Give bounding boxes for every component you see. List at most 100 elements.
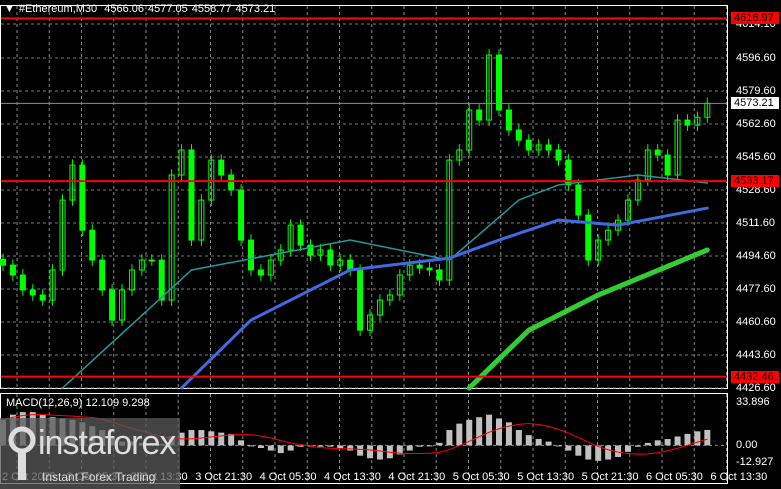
candle-body (9, 264, 16, 276)
macd-histogram-bar (218, 432, 225, 446)
macd-histogram-bar (456, 423, 463, 446)
macd-histogram-bar (376, 445, 383, 460)
open-value: 4566.06 (104, 3, 144, 15)
price-tick: 4443.60 (736, 348, 776, 361)
macd-histogram-bar (357, 445, 364, 456)
dropdown-triangle-icon[interactable]: ▼ (4, 3, 15, 15)
candle-body (496, 54, 502, 111)
time-label: 4 Oct 05:30 (259, 471, 317, 483)
candle-body (148, 259, 155, 262)
candle-body (248, 239, 254, 271)
price-tick: 4562.60 (736, 117, 776, 130)
instaforex-watermark: instaforex Instant Forex Trading (0, 418, 180, 489)
macd-histogram-bar (188, 430, 195, 446)
macd-histogram-bar (248, 445, 254, 447)
macd-histogram-bar (367, 445, 374, 459)
candle-body (654, 149, 661, 156)
macd-histogram-bar (545, 441, 552, 446)
macd-histogram-bar (585, 445, 592, 460)
candle-body (575, 184, 582, 216)
macd-histogram-bar (337, 445, 344, 448)
macd-histogram-bar (496, 418, 502, 446)
candle-body (19, 274, 26, 291)
macd-histogram-bar (624, 445, 631, 452)
price-tick: 4477.60 (736, 282, 776, 295)
macd-histogram-bar (684, 433, 691, 446)
time-label: 5 Oct 13:30 (517, 471, 575, 483)
macd-histogram-bar (317, 445, 324, 447)
candle-body (109, 289, 116, 321)
macd-histogram-bar (228, 433, 235, 446)
symbol: #Ethereum,M30 (18, 3, 98, 15)
low-value: 4558.77 (191, 3, 232, 15)
macd-histogram-bar (595, 445, 602, 461)
macd-histogram-bar (347, 445, 354, 451)
watermark-brand: instaforex (38, 424, 176, 462)
price-tick: 4579.60 (736, 84, 776, 97)
time-label: 3 Oct 21:30 (195, 471, 253, 483)
candle-body (188, 149, 195, 241)
macd-histogram-bar (436, 442, 443, 446)
price-tick: 4460.60 (736, 315, 776, 328)
macd-histogram-bar (327, 445, 334, 447)
macd-histogram-bar (515, 430, 522, 446)
level-price-tag: 4616.97 (731, 12, 779, 25)
high-value: 4577.05 (147, 3, 188, 15)
price-tick: 4426.60 (736, 382, 776, 394)
candle-body (476, 109, 483, 121)
instaforex-logo-icon (8, 426, 36, 480)
macd-histogram-bar (605, 445, 612, 460)
price-tick: 4545.60 (736, 150, 776, 163)
ma-slow-line (466, 247, 710, 391)
candle-body (426, 267, 433, 271)
level-price-tag: 4533.17 (731, 175, 779, 188)
macd-label: MACD(12,26,9) 12.109 9.298 (6, 397, 150, 409)
watermark-tagline: Instant Forex Trading (42, 470, 156, 484)
candle-body (158, 259, 165, 301)
candle-body (416, 264, 423, 269)
candle-body (228, 174, 235, 191)
time-label: 5 Oct 21:30 (581, 471, 639, 483)
current-price-tag: 4573.21 (731, 97, 779, 110)
candle-body (39, 294, 46, 301)
macd-histogram-bar (426, 445, 433, 447)
candle-body (357, 269, 364, 331)
macd-histogram-bar (238, 440, 245, 446)
close-value: 4573.21 (235, 3, 276, 15)
candle-body (297, 224, 304, 246)
macd-tick: 0.00 (736, 439, 758, 452)
macd-histogram-bar (575, 445, 582, 456)
price-chart[interactable] (0, 0, 781, 489)
macd-histogram-bar (486, 414, 493, 446)
macd-histogram-bar (446, 430, 453, 446)
macd-histogram-bar (634, 445, 641, 447)
macd-histogram-bar (535, 439, 542, 446)
main-panel-frame (0, 5, 728, 389)
time-label: 4 Oct 13:30 (324, 471, 381, 483)
candle-body (555, 149, 562, 161)
macd-histogram-bar (406, 445, 413, 451)
macd-histogram-bar (654, 440, 661, 446)
price-tick: 4511.60 (736, 216, 775, 229)
candle-body (684, 119, 691, 126)
macd-histogram-bar (297, 445, 304, 447)
macd-histogram-bar (287, 445, 294, 451)
macd-histogram-bar (565, 445, 572, 451)
candle-body (545, 144, 552, 151)
macd-histogram-bar (257, 445, 264, 448)
time-label: 5 Oct 05:30 (452, 471, 510, 483)
macd-histogram-bar (476, 417, 483, 446)
candle-body (515, 129, 522, 141)
ma-mid-line (180, 206, 709, 390)
candle-body (436, 269, 443, 281)
price-tick: 4494.60 (736, 249, 776, 262)
macd-histogram-bar (416, 445, 423, 447)
candle-body (218, 159, 225, 176)
macd-tick: -12.927 (736, 456, 774, 468)
candle-body (29, 289, 36, 296)
time-label: 6 Oct 13:30 (710, 471, 768, 483)
candle-body (99, 259, 106, 291)
candle-body (257, 269, 264, 276)
candle-body (238, 189, 245, 241)
level-price-tag: 4432.46 (731, 370, 779, 383)
